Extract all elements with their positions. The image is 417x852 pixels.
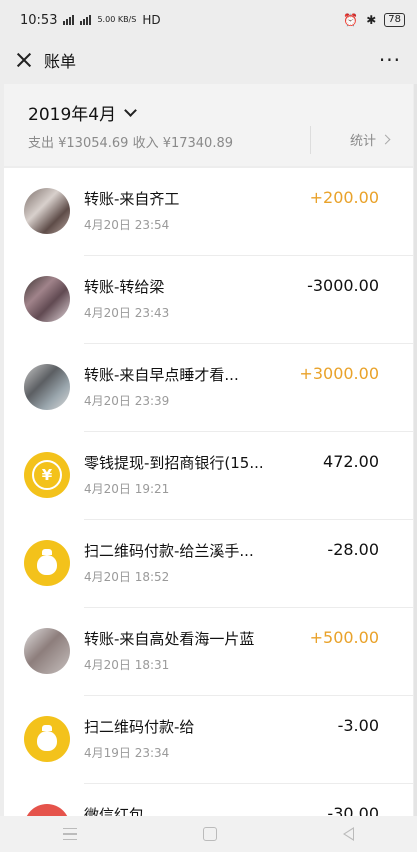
transaction-name: 转账-转给梁 [84,278,165,296]
transaction-amount: 472.00 [323,452,379,471]
transaction-date: 4月20日 19:21 [84,482,170,496]
top-nav: 账单 ··· [0,40,417,80]
money-bag-icon [37,725,57,751]
transaction-row[interactable]: 转账-来自早点睡才看... 4月20日 23:39 +3000.00 [4,344,413,432]
transaction-date: 4月20日 23:54 [84,218,170,232]
transaction-row[interactable]: 扫二维码付款-给 4月19日 23:34 -3.00 [4,696,413,784]
transaction-amount: -28.00 [327,540,379,559]
transaction-name: 零钱提现-到招商银行(15... [84,454,264,472]
month-selector[interactable]: 2019年4月 [28,100,137,125]
transaction-date: 4月20日 23:43 [84,306,170,320]
transaction-row[interactable]: 转账-来自齐工 4月20日 23:54 +200.00 [4,168,413,256]
stat-label: 统计 [349,134,376,149]
chevron-right-icon [380,134,391,145]
avatar: ¥ [24,452,70,498]
transaction-name: 转账-来自齐工 [84,190,180,208]
signal-icon-2 [80,15,92,25]
transaction-amount: -3000.00 [307,276,379,295]
system-nav-bar [0,816,417,852]
transaction-date: 4月20日 18:52 [84,570,170,584]
transaction-date: 4月20日 18:31 [84,658,170,672]
transaction-amount: -3.00 [337,716,379,735]
transaction-amount: +200.00 [309,188,379,207]
transaction-name: 扫二维码付款-给 [84,718,195,736]
transaction-row[interactable]: 扫二维码付款-给兰溪手... 4月20日 18:52 -28.00 [4,520,413,608]
transaction-date: 4月20日 23:39 [84,394,170,408]
transaction-row[interactable]: 转账-来自高处看海一片蓝 4月20日 18:31 +500.00 [4,608,413,696]
transaction-amount: +3000.00 [299,364,379,383]
status-time: 10:53 [20,12,58,28]
page-title: 账单 [44,52,77,71]
more-icon[interactable]: ··· [379,48,401,72]
close-icon[interactable] [16,52,32,68]
avatar [24,188,70,234]
month-totals: 支出 ¥13054.69 收入 ¥17340.89 [28,136,233,151]
yen-icon: ¥ [32,460,62,490]
transaction-row[interactable]: ¥ 零钱提现-到招商银行(15... 4月20日 19:21 472.00 [4,432,413,520]
hd-indicator: HD [142,13,161,27]
avatar [24,716,70,762]
home-icon[interactable] [203,827,217,841]
transaction-name: 微信红包 [84,806,145,816]
transaction-row[interactable]: 微信红包 -30.00 [4,784,413,816]
transaction-row[interactable]: 转账-转给梁 4月20日 23:43 -3000.00 [4,256,413,344]
signal-icon [63,15,75,25]
divider [310,126,311,154]
status-bar: 10:53 5.00 KB/S HD ⏰ ✱ 78 [0,0,417,40]
battery-indicator: 78 [384,13,405,27]
chevron-down-icon [124,104,137,117]
transaction-date: 4月19日 23:34 [84,746,170,760]
avatar [24,540,70,586]
transaction-name: 转账-来自早点睡才看... [84,366,239,384]
stat-button[interactable]: 统计 [349,130,391,149]
month-summary: 2019年4月 支出 ¥13054.69 收入 ¥17340.89 统计 [4,84,413,166]
avatar [24,804,70,816]
money-bag-icon [37,549,57,575]
transaction-name: 扫二维码付款-给兰溪手... [84,542,254,560]
month-label: 2019年4月 [28,105,117,125]
transaction-amount: +500.00 [309,628,379,647]
transaction-name: 转账-来自高处看海一片蓝 [84,630,255,648]
avatar [24,276,70,322]
net-speed: 5.00 KB/S [97,15,137,24]
menu-icon[interactable] [63,828,77,840]
avatar [24,364,70,410]
transaction-list: 转账-来自齐工 4月20日 23:54 +200.00 转账-转给梁 4月20日… [4,168,413,816]
transaction-amount: -30.00 [327,804,379,816]
alarm-icon: ⏰ [343,13,359,27]
bluetooth-icon: ✱ [366,13,377,27]
avatar [24,628,70,674]
back-icon[interactable] [343,827,354,841]
